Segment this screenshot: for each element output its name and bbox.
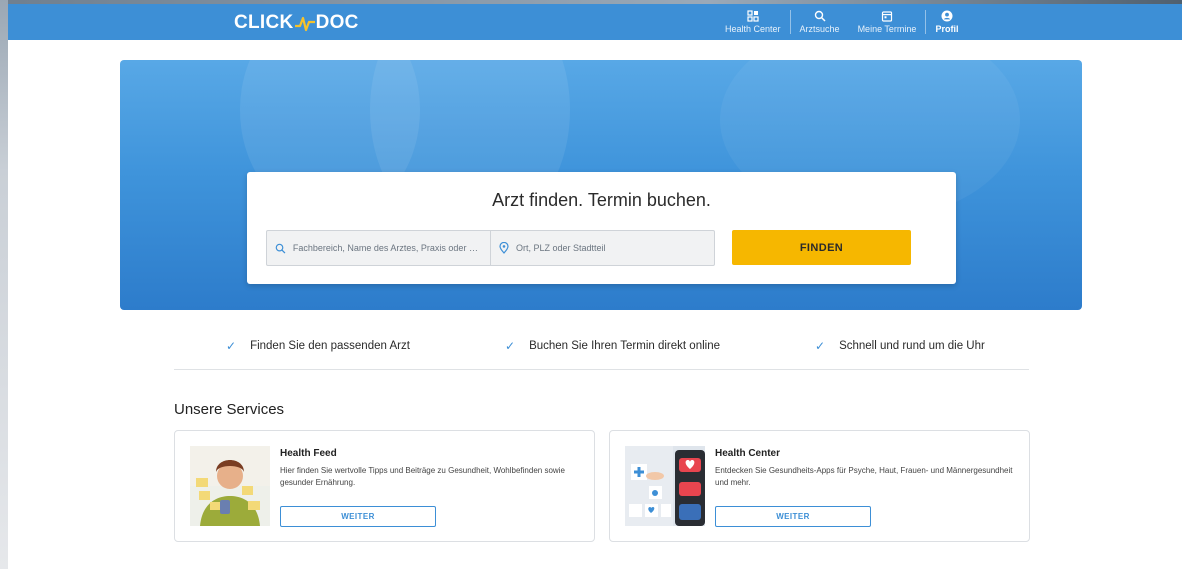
nav-label: Meine Termine (857, 24, 917, 34)
service-description: Entdecken Sie Gesundheits-Apps für Psych… (715, 466, 1013, 487)
services-heading: Unsere Services (174, 401, 285, 418)
nav-label: Health Center (725, 24, 781, 34)
benefit-label: Buchen Sie Ihren Termin direkt online (529, 340, 720, 352)
specialty-search-input[interactable]: Fachbereich, Name des Arztes, Praxis ode… (267, 231, 490, 265)
service-title: Health Center (715, 448, 781, 459)
search-title: Arzt finden. Termin buchen. (492, 190, 711, 210)
main-nav: Health Center Arztsuche Meine Termine Pr… (716, 4, 967, 40)
check-icon: ✓ (226, 339, 237, 353)
logo-text-right: DOC (315, 12, 359, 33)
logo-text-left: CLICK (234, 12, 294, 33)
health-center-image (625, 446, 705, 526)
benefit-item: ✓ Finden Sie den passenden Arzt (226, 339, 410, 353)
grid-icon (747, 10, 759, 22)
benefit-item: ✓ Buchen Sie Ihren Termin direkt online (505, 339, 720, 353)
service-card-health-center: Health Center Entdecken Sie Gesundheits-… (609, 430, 1030, 542)
service-description: Hier finden Sie wertvolle Tipps und Beit… (280, 466, 565, 487)
calendar-icon (881, 11, 893, 22)
health-feed-weiter-button[interactable]: WEITER (280, 506, 436, 527)
location-pin-icon (499, 242, 509, 254)
service-card-health-feed: Health Feed Hier finden Sie wertvolle Ti… (174, 430, 595, 542)
pulse-icon (294, 16, 315, 32)
search-input-group: Fachbereich, Name des Arztes, Praxis ode… (266, 230, 715, 266)
search-icon (275, 243, 286, 253)
section-divider (174, 369, 1029, 370)
benefit-item: ✓ Schnell und rund um die Uhr (815, 339, 985, 353)
search-icon (814, 10, 826, 22)
health-center-weiter-button[interactable]: WEITER (715, 506, 871, 527)
benefits-row: ✓ Finden Sie den passenden Arzt ✓ Buchen… (0, 339, 1182, 359)
find-button[interactable]: FINDEN (732, 230, 911, 265)
health-feed-image (190, 446, 270, 526)
location-placeholder: Ort, PLZ oder Stadtteil (516, 243, 606, 253)
nav-label: Arztsuche (799, 24, 840, 34)
top-navigation-bar: CLICK DOC Health Center Arztsuche Meine … (8, 4, 1182, 40)
nav-arztsuche[interactable]: Arztsuche (791, 4, 849, 40)
benefit-label: Schnell und rund um die Uhr (839, 340, 985, 352)
specialty-placeholder: Fachbereich, Name des Arztes, Praxis ode… (292, 243, 482, 253)
clickdoc-logo[interactable]: CLICK DOC (234, 11, 359, 35)
location-search-input[interactable]: Ort, PLZ oder Stadtteil (490, 231, 714, 265)
check-icon: ✓ (505, 339, 516, 353)
service-title: Health Feed (280, 448, 337, 459)
nav-profil[interactable]: Profil (926, 4, 967, 40)
nav-meine-termine[interactable]: Meine Termine (849, 4, 926, 40)
benefit-label: Finden Sie den passenden Arzt (250, 340, 410, 352)
search-card: Arzt finden. Termin buchen. Fachbereich,… (247, 172, 956, 284)
window-left-strip (0, 0, 8, 569)
check-icon: ✓ (815, 339, 826, 353)
nav-health-center[interactable]: Health Center (716, 4, 790, 40)
user-icon (941, 10, 953, 22)
nav-label: Profil (935, 24, 959, 34)
